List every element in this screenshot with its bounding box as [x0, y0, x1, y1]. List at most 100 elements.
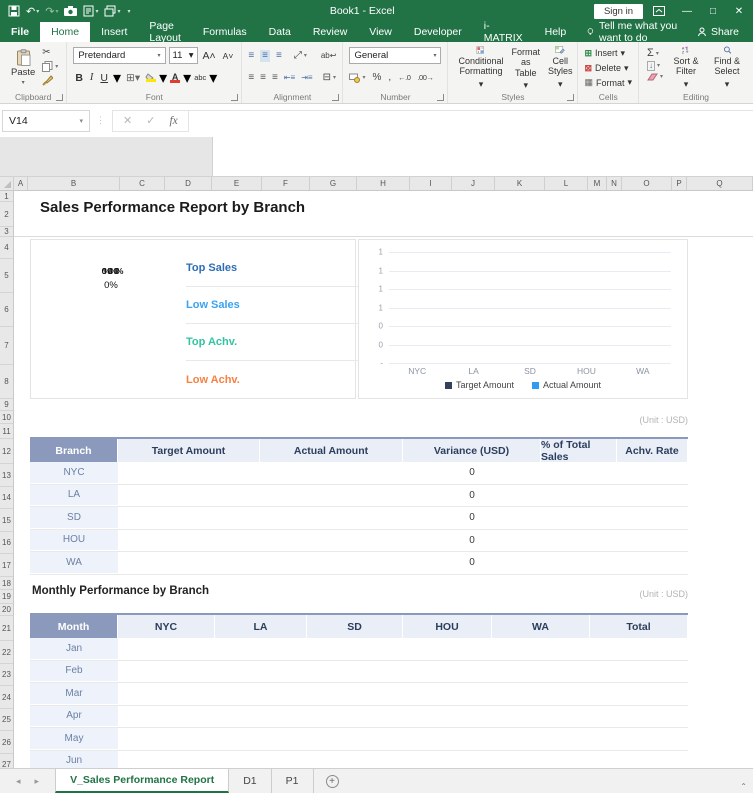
monthly-cell-hou[interactable]: [403, 661, 492, 683]
find-select-button[interactable]: Find & Select▾: [707, 46, 747, 89]
monthly-row-mar[interactable]: Mar: [30, 683, 688, 706]
copy-button[interactable]: ▾: [42, 61, 58, 72]
paste-button[interactable]: Paste▾: [6, 46, 40, 89]
summary-cell-branch[interactable]: SD: [30, 507, 118, 529]
format-as-table-button[interactable]: Format as Table▾: [508, 46, 545, 89]
phonetic-guide-button[interactable]: abc: [194, 74, 206, 82]
summary-row-wa[interactable]: WA0: [30, 552, 688, 575]
summary-cell-pct_total[interactable]: [541, 552, 617, 574]
summary-row-la[interactable]: LA 0: [30, 485, 688, 508]
row-header-25[interactable]: 25: [0, 709, 13, 731]
monthly-cell-nyc[interactable]: [118, 638, 215, 660]
summary-row-sd[interactable]: SD0: [30, 507, 688, 530]
enter-icon[interactable]: ✓: [146, 114, 155, 127]
monthly-cell-wa[interactable]: [492, 751, 590, 769]
row-header-10[interactable]: 10: [0, 411, 13, 424]
ribbon-tab-data[interactable]: Data: [258, 22, 302, 42]
summary-cell-target[interactable]: [118, 507, 260, 529]
row-header-22[interactable]: 22: [0, 641, 13, 664]
minimize-button[interactable]: —: [679, 6, 695, 17]
ribbon-tab-file[interactable]: File: [0, 22, 40, 42]
row-header-17[interactable]: 17: [0, 554, 13, 577]
summary-cell-branch[interactable]: WA: [30, 552, 118, 574]
column-header-P[interactable]: P: [672, 177, 687, 190]
monthly-cell-sd[interactable]: [307, 661, 403, 683]
row-header-12[interactable]: 12: [0, 439, 13, 464]
monthly-cell-hou[interactable]: [403, 683, 492, 705]
column-header-C[interactable]: C: [120, 177, 165, 190]
ribbon-tab-insert[interactable]: Insert: [90, 22, 138, 42]
fill-color-button[interactable]: [145, 73, 156, 82]
increase-indent-icon[interactable]: ⇥≡: [301, 74, 312, 82]
column-header-K[interactable]: K: [495, 177, 545, 190]
wrap-text-button[interactable]: ab↩: [321, 52, 337, 60]
monthly-cell-nyc[interactable]: [118, 683, 215, 705]
monthly-cell-total[interactable]: [590, 638, 688, 660]
monthly-cell-total[interactable]: [590, 728, 688, 750]
redo-button[interactable]: ↷▾: [45, 5, 58, 18]
merge-center-button[interactable]: ⊟▾: [323, 73, 336, 83]
formula-bar-splitter[interactable]: ⋮: [90, 115, 112, 126]
column-header-H[interactable]: H: [357, 177, 410, 190]
font-color-button[interactable]: A: [170, 73, 180, 83]
monthly-cell-sd[interactable]: [307, 683, 403, 705]
ribbon-tab-developer[interactable]: Developer: [403, 22, 473, 42]
underline-button[interactable]: U: [98, 72, 110, 84]
new-sheet-button[interactable]: +: [314, 769, 351, 793]
monthly-cell-sd[interactable]: [307, 751, 403, 769]
undo-button[interactable]: ↶▾: [26, 5, 39, 18]
top-align-icon[interactable]: ≡: [248, 51, 254, 61]
bold-button[interactable]: B: [73, 72, 85, 84]
row-header-23[interactable]: 23: [0, 664, 13, 686]
align-left-icon[interactable]: ≡: [248, 73, 254, 83]
summary-cell-target[interactable]: [118, 552, 260, 574]
row-header-1[interactable]: 1: [0, 191, 13, 202]
tell-me-box[interactable]: Tell me what you want to do: [577, 22, 697, 42]
select-all-corner[interactable]: [0, 177, 14, 190]
summary-cell-branch[interactable]: NYC: [30, 462, 118, 484]
summary-cell-branch[interactable]: LA: [30, 485, 118, 507]
save-icon[interactable]: [8, 5, 20, 17]
monthly-cell-wa[interactable]: [492, 706, 590, 728]
monthly-cell-nyc[interactable]: [118, 661, 215, 683]
summary-cell-actual[interactable]: [260, 462, 403, 484]
row-header-5[interactable]: 5: [0, 259, 13, 293]
row-header-16[interactable]: 16: [0, 532, 13, 554]
summary-cell-pct_total[interactable]: [541, 462, 617, 484]
cut-button[interactable]: ✂: [42, 48, 58, 58]
switch-windows-icon[interactable]: ▾: [104, 5, 120, 17]
monthly-cell-nyc[interactable]: [118, 728, 215, 750]
format-painter-button[interactable]: [42, 75, 58, 86]
close-button[interactable]: ✕: [731, 6, 747, 17]
borders-button[interactable]: ⊞▾: [124, 72, 142, 84]
decrease-indent-icon[interactable]: ⇤≡: [284, 74, 295, 82]
summary-cell-achv_rate[interactable]: [617, 552, 688, 574]
ribbon-tab-page-layout[interactable]: Page Layout: [138, 22, 192, 42]
column-header-L[interactable]: L: [545, 177, 588, 190]
align-right-icon[interactable]: ≡: [272, 73, 278, 83]
summary-cell-pct_total[interactable]: [541, 485, 617, 507]
column-header-M[interactable]: M: [588, 177, 607, 190]
summary-cell-variance[interactable]: 0: [403, 462, 541, 484]
monthly-cell-month[interactable]: Apr: [30, 706, 118, 728]
fill-button[interactable]: ↓▾: [647, 61, 663, 71]
summary-cell-actual[interactable]: [260, 485, 403, 507]
center-icon[interactable]: ≡: [260, 73, 266, 83]
delete-cells-button[interactable]: ⊠ Delete▾: [584, 62, 632, 75]
row-header-15[interactable]: 15: [0, 509, 13, 532]
scroll-sheets-right-icon[interactable]: ▸: [35, 776, 40, 787]
row-header-21[interactable]: 21: [0, 616, 13, 641]
share-button[interactable]: Share: [697, 22, 753, 42]
phonetic-guide-dropdown[interactable]: ▾: [209, 68, 217, 88]
column-header-Q[interactable]: Q: [687, 177, 753, 190]
monthly-row-jan[interactable]: Jan: [30, 638, 688, 661]
sheet-tab-v-sales-performance-report[interactable]: V_Sales Performance Report: [55, 769, 229, 793]
sheet-canvas[interactable]: Sales Performance Report by Branch 0%0%0…: [14, 191, 753, 768]
summary-cell-variance[interactable]: 0: [403, 485, 541, 507]
summary-cell-pct_total[interactable]: [541, 507, 617, 529]
bottom-align-icon[interactable]: ≡: [276, 51, 282, 61]
column-header-F[interactable]: F: [262, 177, 310, 190]
row-header-11[interactable]: 11: [0, 424, 13, 439]
row-header-13[interactable]: 13: [0, 464, 13, 487]
monthly-cell-la[interactable]: [215, 728, 307, 750]
